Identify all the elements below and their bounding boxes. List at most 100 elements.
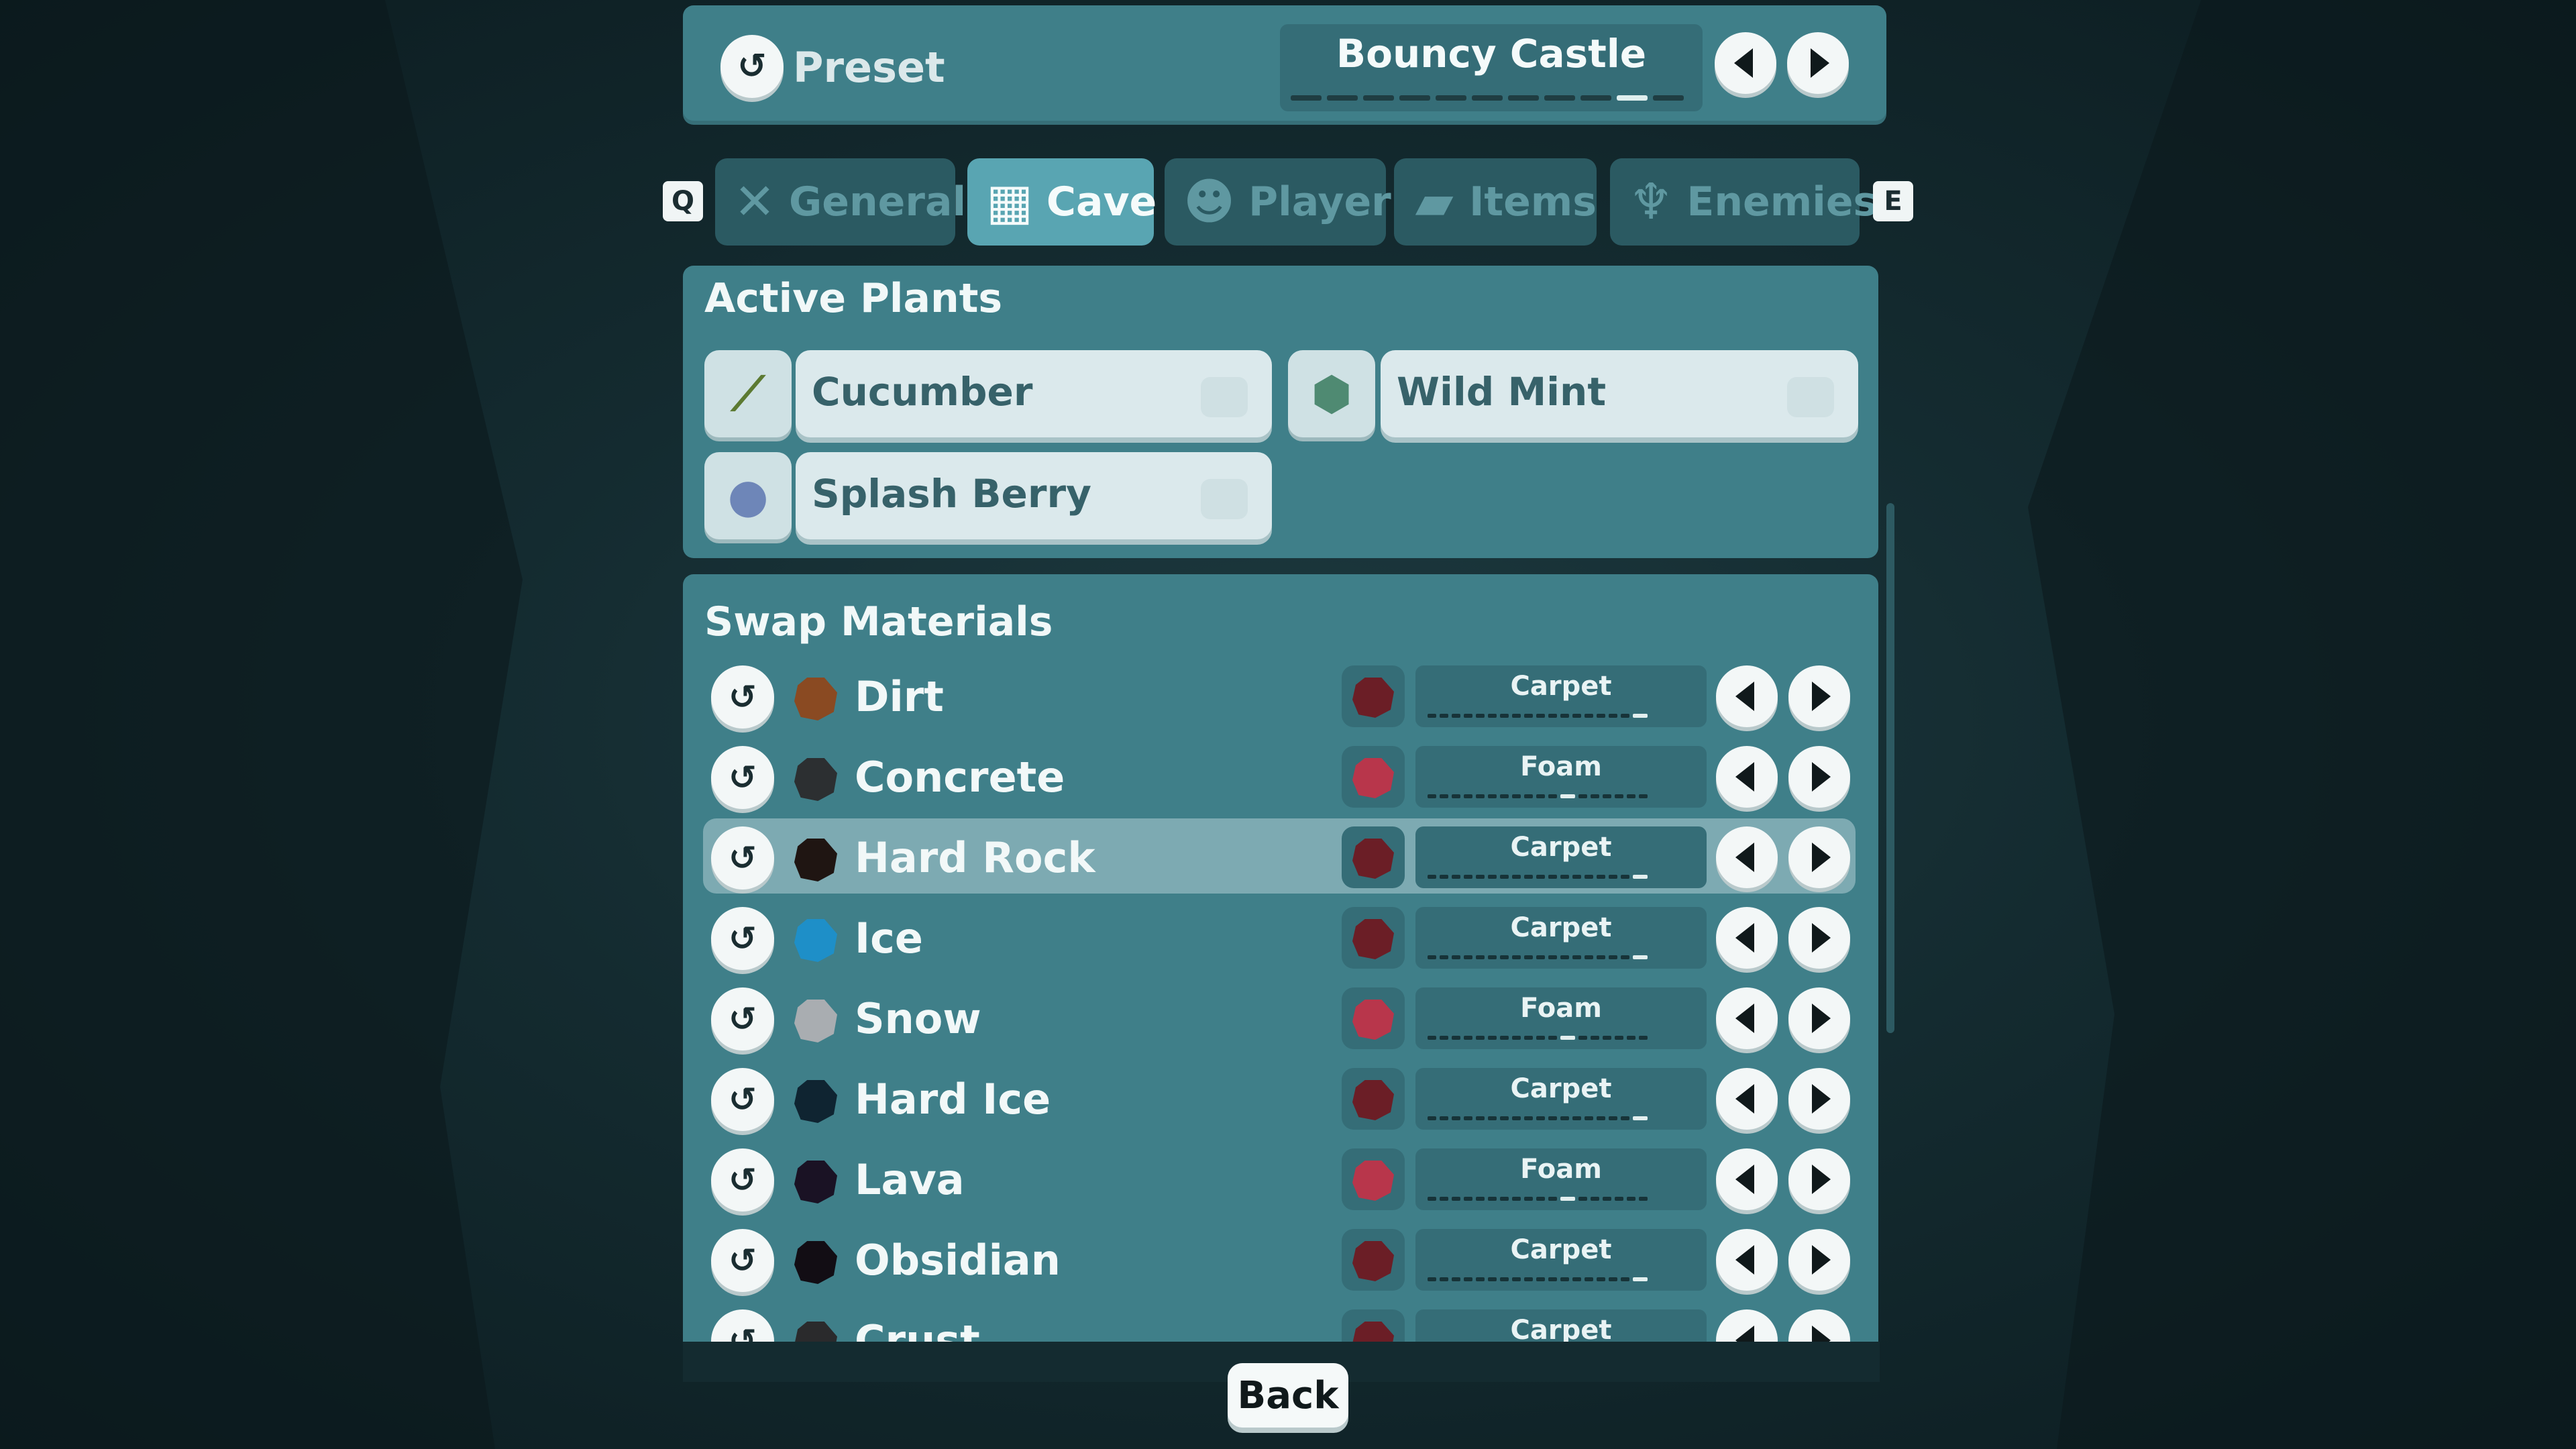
cave-wall-left [0,0,523,1449]
material-reset-button[interactable]: ↺ [711,746,774,809]
material-name: Obsidian [855,1236,1061,1285]
swap-prev-button[interactable] [1716,1148,1778,1210]
swap-prev-button[interactable] [1716,1068,1778,1130]
active-plants-panel: Active Plants ⟋ Cucumber ⬢ Wild Mint ● S… [683,266,1878,558]
material-swatch-icon [794,919,837,962]
items-icon: ▰ [1415,173,1454,231]
swap-material-selector[interactable]: Carpet [1415,1229,1707,1291]
material-reset-button[interactable]: ↺ [711,1068,774,1131]
swap-material-selector[interactable]: Carpet [1415,907,1707,969]
plant-checkbox [1201,377,1248,417]
scrollbar[interactable] [1886,503,1894,1033]
material-row[interactable]: ↺ Hard Rock Carpet [703,818,1856,894]
arrow-left-icon [1735,1245,1754,1275]
swap-material-selector[interactable]: Foam [1415,987,1707,1049]
cave-wall-right [2028,0,2576,1449]
cave-icon: ▦ [986,173,1033,231]
preset-bar: ↺ Preset Bouncy Castle [683,5,1886,125]
material-row[interactable]: ↺ Obsidian Carpet [703,1221,1856,1296]
swap-next-button[interactable] [1788,1229,1850,1291]
swap-prev-button[interactable] [1716,907,1778,969]
swap-material-selector[interactable]: Foam [1415,746,1707,808]
swap-materials-title: Swap Materials [704,598,1053,645]
plant-toggle-wild-mint[interactable]: Wild Mint [1381,350,1858,437]
tab-general[interactable]: ✕ General [715,158,966,246]
arrow-right-icon [1812,1165,1831,1194]
arrow-right-icon [1811,48,1829,78]
reset-icon: ↺ [729,839,757,877]
swap-pager [1428,1197,1648,1201]
arrow-right-icon [1812,843,1831,872]
wild-mint-icon: ⬢ [1288,350,1375,437]
swap-material-label: Carpet [1510,1073,1612,1104]
preset-prev-button[interactable] [1715,32,1776,94]
swap-next-button[interactable] [1788,987,1850,1049]
swap-next-button[interactable] [1788,1148,1850,1210]
tools-icon: ✕ [734,173,776,231]
tab-enemies[interactable]: ♆ Enemies [1610,158,1877,246]
swap-next-button[interactable] [1788,665,1850,727]
material-row[interactable]: ↺ Hard Ice Carpet [703,1060,1856,1135]
material-swatch-icon [794,1241,837,1284]
tab-label: Player [1248,178,1391,225]
preset-reset-button[interactable]: ↺ [720,35,784,98]
swap-prev-button[interactable] [1716,665,1778,727]
material-row[interactable]: ↺ Ice Carpet [703,899,1856,974]
swap-pager [1428,794,1648,798]
swap-material-label: Carpet [1510,912,1612,943]
back-button[interactable]: Back [1228,1363,1348,1428]
material-reset-button[interactable]: ↺ [711,1148,774,1212]
swap-prev-button[interactable] [1716,1229,1778,1291]
tab-prev-key-hint: Q [663,181,703,221]
swap-pager [1428,955,1648,959]
reset-icon: ↺ [729,919,757,958]
material-reset-button[interactable]: ↺ [711,826,774,890]
material-reset-button[interactable]: ↺ [711,987,774,1051]
material-row[interactable]: ↺ Lava Foam [703,1140,1856,1216]
arrow-left-icon [1735,1004,1754,1033]
reset-icon: ↺ [729,758,757,797]
arrow-left-icon [1735,682,1754,711]
swap-material-selector[interactable]: Foam [1415,1148,1707,1210]
arrow-right-icon [1812,923,1831,953]
plant-name: Wild Mint [1397,369,1607,415]
swap-next-button[interactable] [1788,826,1850,888]
arrow-right-icon [1812,1245,1831,1275]
material-row[interactable]: ↺ Snow Foam [703,979,1856,1055]
tab-player[interactable]: ☻ Player [1165,158,1391,246]
material-name: Hard Rock [855,833,1095,882]
back-label: Back [1237,1373,1339,1417]
tab-cave[interactable]: ▦ Cave [967,158,1157,246]
preset-next-button[interactable] [1787,32,1849,94]
tab-items[interactable]: ▰ Items [1394,158,1597,246]
preset-pager [1291,95,1684,101]
swap-next-button[interactable] [1788,1068,1850,1130]
plant-toggle-cucumber[interactable]: Cucumber [796,350,1272,437]
tab-label: General [789,178,967,225]
arrow-left-icon [1735,843,1754,872]
arrow-left-icon [1735,1165,1754,1194]
swap-next-button[interactable] [1788,746,1850,808]
swap-prev-button[interactable] [1716,746,1778,808]
plant-toggle-splash-berry[interactable]: Splash Berry [796,452,1272,539]
swap-next-button[interactable] [1788,907,1850,969]
material-name: Dirt [855,672,944,721]
swap-material-selector[interactable]: Carpet [1415,665,1707,727]
preset-selector[interactable]: Bouncy Castle [1280,24,1703,111]
swap-prev-button[interactable] [1716,987,1778,1049]
material-row[interactable]: ↺ Concrete Foam [703,738,1856,813]
material-reset-button[interactable]: ↺ [711,907,774,970]
material-row[interactable]: ↺ Dirt Carpet [703,657,1856,733]
swap-material-selector[interactable]: Carpet [1415,826,1707,888]
material-reset-button[interactable]: ↺ [711,1229,774,1292]
arrow-left-icon [1735,923,1754,953]
material-name: Ice [855,914,923,963]
swap-material-selector[interactable]: Carpet [1415,1068,1707,1130]
swap-material-label: Foam [1520,1154,1602,1185]
material-name: Lava [855,1155,965,1204]
reset-icon: ↺ [729,678,757,716]
material-swatch-icon [794,1000,837,1042]
material-reset-button[interactable]: ↺ [711,665,774,729]
swap-prev-button[interactable] [1716,826,1778,888]
swap-pager [1428,1036,1648,1040]
